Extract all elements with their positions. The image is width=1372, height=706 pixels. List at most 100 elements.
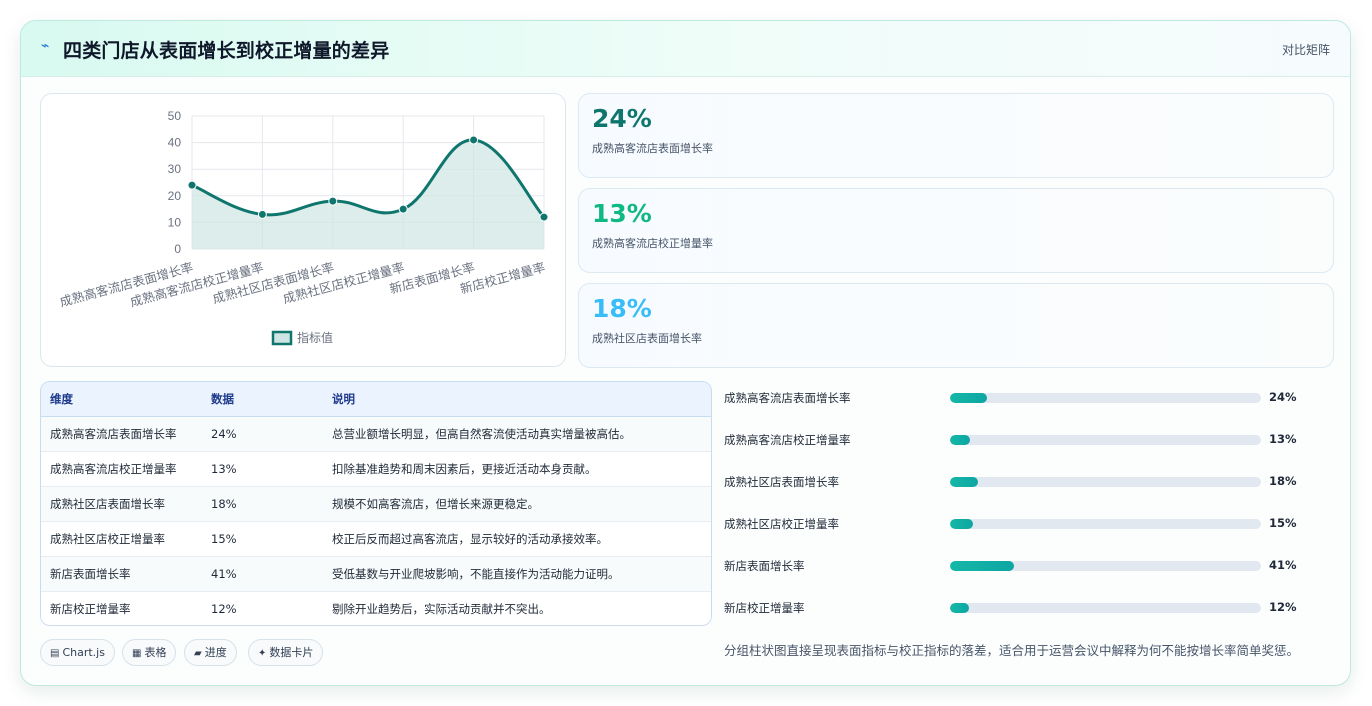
card-icon: ✦ <box>258 648 267 659</box>
chip-chartjs[interactable]: ▤ Chart.js <box>40 639 115 666</box>
table-row: 成熟社区店校正增量率 15% 校正后反而超过高客流店，显示较好的活动承接效率。 <box>41 521 711 557</box>
stat-value: 18% <box>592 294 652 323</box>
progress-track <box>950 561 1261 571</box>
table-cell: 41% <box>202 556 323 592</box>
table-cell: 成熟社区店校正增量率 <box>41 521 202 557</box>
progress-fill <box>950 393 988 403</box>
progress-label: 新店校正增量率 <box>724 601 805 615</box>
progress-row: 成熟高客流店表面增长率 24% <box>724 387 1334 407</box>
column-header: 维度 <box>41 382 202 417</box>
stat-value: 24% <box>592 104 652 133</box>
table-cell: 成熟高客流店校正增量率 <box>41 451 202 487</box>
progress-row: 成熟高客流店校正增量率 13% <box>724 429 1334 449</box>
stat-value: 13% <box>592 199 652 228</box>
progress-row: 新店校正增量率 12% <box>724 597 1334 617</box>
table-row: 新店校正增量率 12% 剔除开业趋势后，实际活动贡献并不突出。 <box>41 591 711 625</box>
table-cell: 15% <box>202 521 323 557</box>
matrix-label: 对比矩阵 <box>1281 43 1330 57</box>
progress-value: 13% <box>1269 432 1297 446</box>
progress-icon: ▰ <box>194 648 202 659</box>
table-cell: 剔除开业趋势后，实际活动贡献并不突出。 <box>332 601 551 616</box>
table-cell: 规模不如高客流店，但增长来源更稳定。 <box>323 486 711 522</box>
chip-label: 进度 <box>204 646 227 659</box>
chip-label: 表格 <box>144 646 167 659</box>
legend-label: 指标值 <box>297 330 333 345</box>
line-chart: 01020304050成熟高客流店表面增长率成熟高客流店校正增量率成熟社区店表面… <box>58 109 549 346</box>
table-icon: ▦ <box>132 648 142 659</box>
stat-card: 24% 成熟高客流店表面增长率 <box>578 93 1334 178</box>
chip-table[interactable]: ▦ 表格 <box>122 639 177 666</box>
table-row: 成熟高客流店校正增量率 13% 扣除基准趋势和周末因素后，更接近活动本身贡献。 <box>41 451 711 487</box>
series-area <box>192 139 544 249</box>
progress-row: 成熟社区店表面增长率 18% <box>724 471 1334 491</box>
line-chart-panel: 0 10 20 30 40 50 成熟高客流店表面增长率 成熟高客流店校正增量率 成熟社区店表面… <box>40 93 566 367</box>
table-cell: 成熟社区店表面增长率 <box>41 486 202 522</box>
column-header: 说明 <box>323 382 711 417</box>
stat-label: 成熟高客流店校正增量率 <box>592 237 713 250</box>
progress-label: 新店表面增长率 <box>724 559 805 573</box>
comparison-matrix-card: ⌁ 四类门店从表面增长到校正增量的差异 对比矩阵 0 10 20 30 40 50 成熟高客… <box>20 20 1351 686</box>
table-cell: 新店表面增长率 <box>41 556 202 592</box>
progress-value: 18% <box>1269 474 1297 488</box>
table-cell: 13% <box>202 451 323 487</box>
y-tick-label: 50 <box>168 109 182 123</box>
data-point <box>328 196 338 206</box>
progress-label: 成熟社区店表面增长率 <box>724 475 839 489</box>
table-row: 新店表面增长率 41% 受低基数与开业爬坡影响，不能直接作为活动能力证明。 <box>41 556 711 592</box>
progress-fill <box>950 519 974 529</box>
chip-progress[interactable]: ▰ 进度 <box>184 639 237 666</box>
table-cell: 12% <box>211 601 237 616</box>
progress-label: 成熟高客流店表面增长率 <box>724 391 851 405</box>
y-tick-label: 10 <box>168 215 182 229</box>
chart-note: 分组柱状图直接呈现表面指标与校正指标的落差，适合用于运营会议中解释为何不能按增长… <box>724 643 1300 658</box>
progress-fill <box>950 561 1014 571</box>
chip-label: 数据卡片 <box>269 646 314 659</box>
card-title: 四类门店从表面增长到校正增量的差异 <box>63 40 390 62</box>
stat-label: 成熟高客流店表面增长率 <box>592 142 713 155</box>
progress-row: 新店表面增长率 41% <box>724 555 1334 575</box>
progress-label: 成熟高客流店校正增量率 <box>724 433 851 447</box>
stat-card: 18% 成熟社区店表面增长率 <box>578 283 1334 368</box>
chart-icon: ▤ <box>50 648 60 659</box>
progress-label: 成熟社区店校正增量率 <box>724 517 839 531</box>
table-cell: 24% <box>202 416 323 452</box>
progress-track <box>950 477 1261 487</box>
bolt-icon: ⌁ <box>41 38 50 54</box>
progress-value: 24% <box>1269 390 1297 404</box>
data-point <box>257 209 267 219</box>
progress-row: 成熟社区店校正增量率 15% <box>724 513 1334 533</box>
table-cell: 18% <box>202 486 323 522</box>
table-cell: 扣除基准趋势和周末因素后，更接近活动本身贡献。 <box>323 451 711 487</box>
progress-track <box>950 519 1261 529</box>
legend-swatch <box>271 330 293 346</box>
table-cell: 校正后反而超过高客流店，显示较好的活动承接效率。 <box>323 521 711 557</box>
y-tick-label: 30 <box>168 162 182 176</box>
data-point <box>539 212 549 222</box>
table-cell: 受低基数与开业爬坡影响，不能直接作为活动能力证明。 <box>323 556 711 592</box>
table-cell: 新店校正增量率 <box>50 601 131 616</box>
data-point <box>187 180 197 190</box>
progress-value: 12% <box>1269 600 1297 614</box>
progress-track <box>950 603 1261 613</box>
chip-data-card[interactable]: ✦ 数据卡片 <box>248 639 324 666</box>
table-cell: 成熟高客流店表面增长率 <box>41 416 202 452</box>
table-row: 成熟高客流店表面增长率 24% 总营业额增长明显，但高自然客流使活动真实增量被高… <box>41 416 711 452</box>
progress-value: 15% <box>1269 516 1297 530</box>
table-row: 成熟社区店表面增长率 18% 规模不如高客流店，但增长来源更稳定。 <box>41 486 711 522</box>
progress-fill <box>950 477 978 487</box>
data-point <box>469 135 479 145</box>
stat-card: 13% 成熟高客流店校正增量率 <box>578 188 1334 273</box>
stat-label: 成熟社区店表面增长率 <box>592 332 702 345</box>
y-tick-label: 20 <box>168 189 182 203</box>
table-header-row: 维度 数据 说明 <box>41 382 711 417</box>
progress-value: 41% <box>1269 558 1297 572</box>
progress-track <box>950 435 1261 445</box>
data-table: 维度 数据 说明 成熟高客流店表面增长率 24% 总营业额增长明显，但高自然客流… <box>40 381 712 626</box>
chip-label: Chart.js <box>62 646 105 659</box>
y-tick-label: 0 <box>174 242 181 256</box>
progress-fill <box>950 603 969 613</box>
progress-fill <box>950 435 971 445</box>
y-tick-label: 40 <box>168 136 182 150</box>
data-point <box>398 204 408 214</box>
column-header: 数据 <box>202 382 323 417</box>
